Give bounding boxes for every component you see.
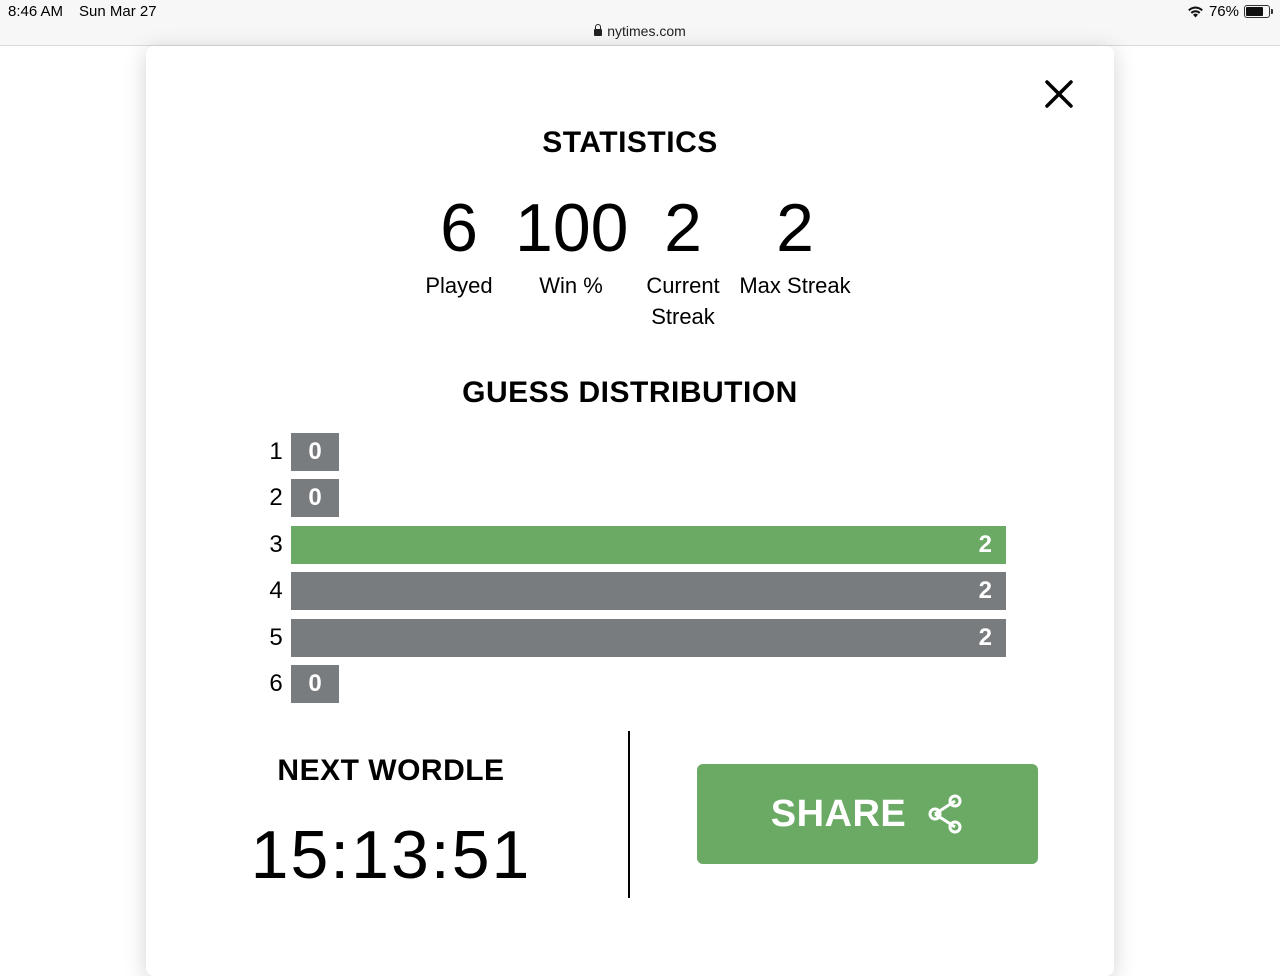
distribution-bar: 0 — [291, 433, 339, 471]
distribution-row: 2 0 — [261, 479, 339, 517]
stat-value: 100 — [515, 190, 629, 266]
stat-label: Current Streak — [646, 273, 720, 329]
stat-value: 6 — [440, 190, 478, 266]
distribution-bar: 0 — [291, 665, 339, 703]
stat-value: 2 — [664, 190, 702, 266]
guess-number: 3 — [269, 531, 283, 558]
countdown-timer: 15:13:51 — [250, 817, 532, 893]
bar-count: 0 — [308, 670, 322, 697]
lock-icon — [594, 24, 603, 36]
address-bar[interactable]: nytimes.com — [0, 23, 1280, 39]
share-button[interactable]: SHARE — [697, 764, 1038, 864]
battery-percent: 76% — [1208, 3, 1239, 20]
distribution-row: 5 2 — [261, 619, 1006, 657]
guess-number: 6 — [269, 670, 283, 697]
statistics-modal: STATISTICS 6 Played 100 Win % 2 Current … — [146, 46, 1114, 976]
close-icon[interactable] — [1043, 78, 1075, 110]
bar-count: 0 — [308, 484, 322, 511]
bar-count: 2 — [978, 577, 992, 604]
wifi-icon — [1188, 6, 1203, 18]
statistics-title: STATISTICS — [542, 126, 718, 159]
status-date: Sun Mar 27 — [79, 3, 157, 20]
stat-label: Played — [425, 273, 493, 298]
stat-label: Win % — [539, 273, 603, 298]
url-text: nytimes.com — [607, 23, 686, 39]
stat-win-percent: 100 Win % — [515, 190, 629, 301]
bar-count: 0 — [308, 438, 322, 465]
share-label: SHARE — [770, 792, 907, 835]
distribution-row: 4 2 — [261, 572, 1006, 610]
distribution-bar: 2 — [291, 619, 1006, 657]
distribution-bar: 2 — [291, 526, 1006, 564]
system-indicators: 76% — [1187, 3, 1273, 20]
distribution-row: 6 0 — [261, 665, 339, 703]
distribution-row: 1 0 — [261, 433, 339, 471]
bar-count: 2 — [978, 624, 992, 651]
distribution-bar: 2 — [291, 572, 1006, 610]
status-time: 8:46 AM — [8, 3, 64, 20]
distribution-row: 3 2 — [261, 526, 1006, 564]
next-wordle-label: NEXT WORDLE — [277, 754, 505, 787]
stat-current-streak: 2 Current Streak — [627, 194, 739, 332]
ios-status-bar: 8:46 AM Sun Mar 27 nytimes.com 76% — [0, 0, 1280, 46]
stat-value: 2 — [776, 190, 814, 266]
guess-number: 1 — [269, 438, 283, 465]
guess-number: 5 — [269, 624, 283, 651]
stat-max-streak: 2 Max Streak — [739, 194, 851, 301]
battery-level — [1246, 7, 1263, 16]
share-icon — [928, 794, 962, 834]
distribution-bar: 0 — [291, 479, 339, 517]
battery-icon — [1244, 5, 1273, 18]
bar-count: 2 — [978, 531, 992, 558]
guess-number: 2 — [269, 484, 283, 511]
guess-number: 4 — [269, 577, 283, 604]
stat-played: 6 Played — [403, 194, 515, 301]
distribution-title: GUESS DISTRIBUTION — [462, 376, 798, 409]
stat-label: Max Streak — [739, 273, 851, 298]
vertical-divider — [628, 731, 630, 898]
